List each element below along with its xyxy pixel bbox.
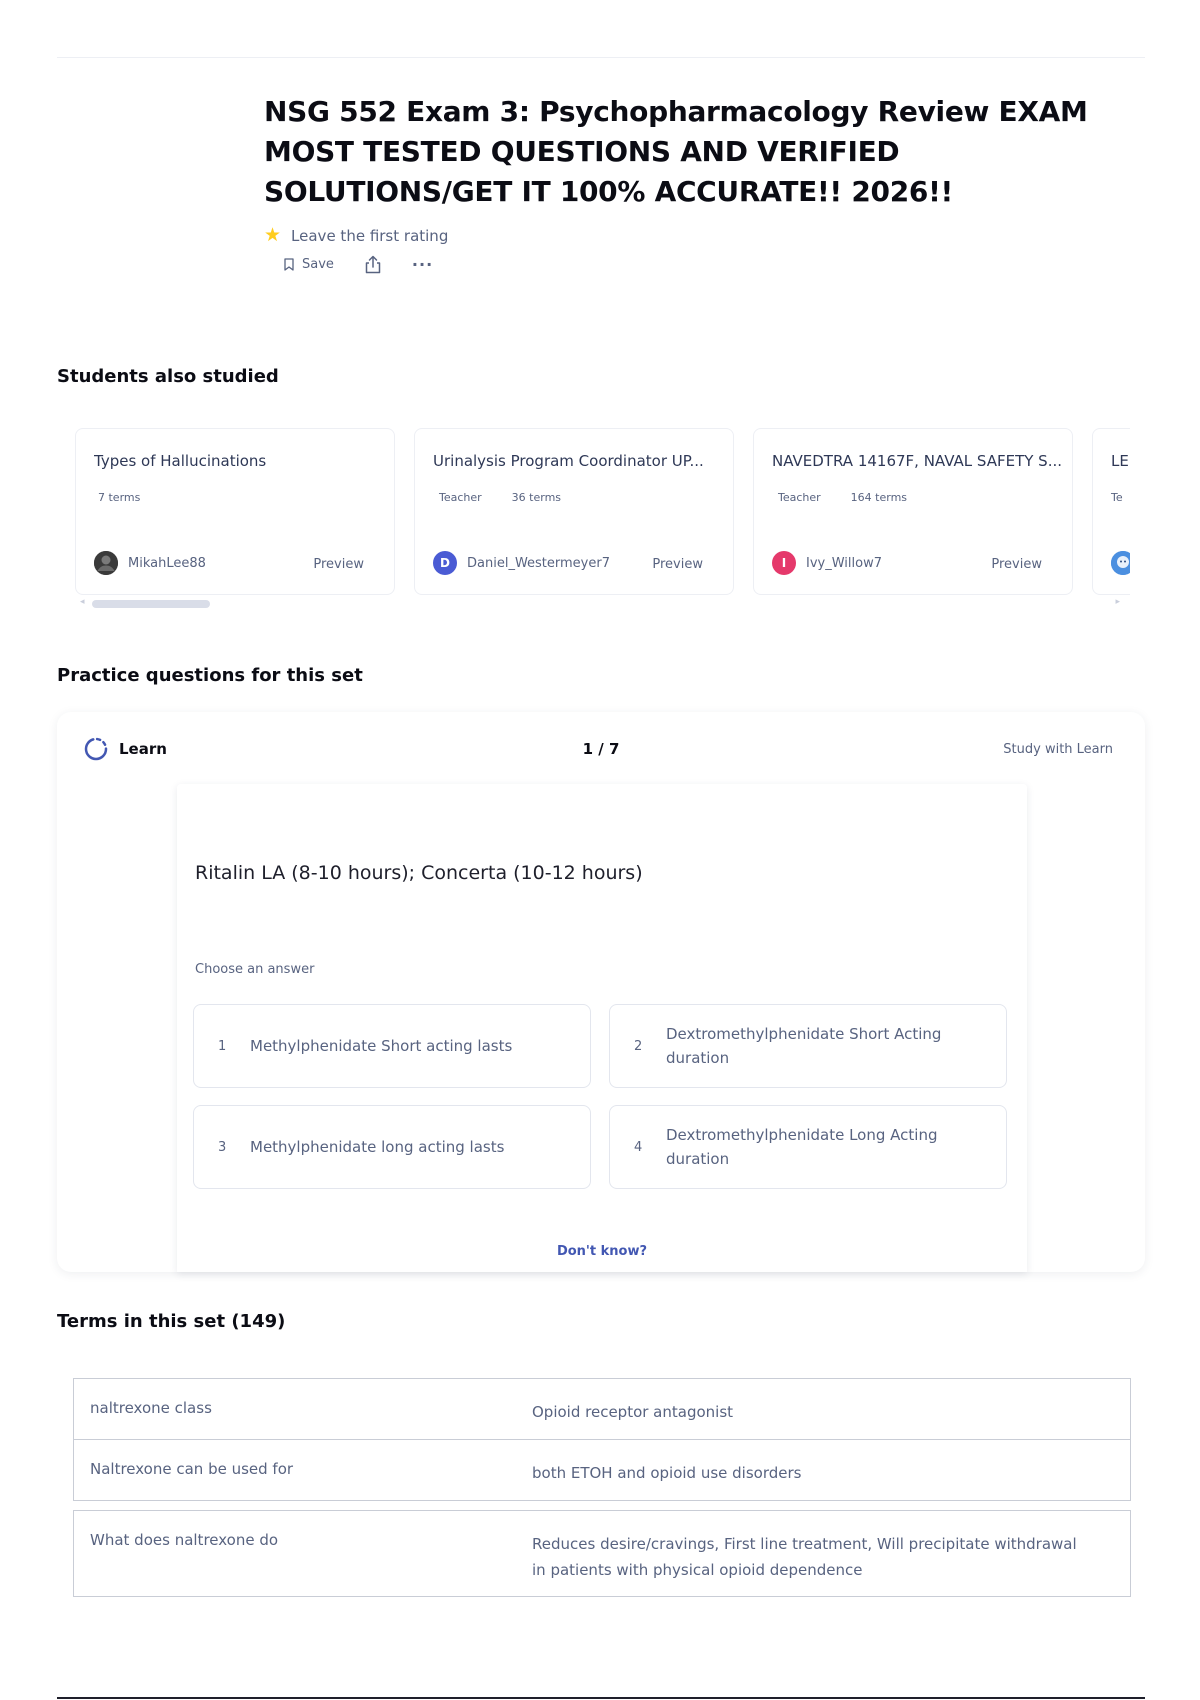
learn-icon (84, 737, 108, 761)
card-meta: Te (1111, 491, 1123, 504)
card-role: Teacher (439, 491, 482, 504)
star-icon[interactable]: ★ (264, 226, 281, 245)
study-set-card[interactable]: NAVEDTRA 14167F, NAVAL SAFETY S... Teach… (753, 428, 1073, 595)
card-role: Te (1111, 491, 1123, 504)
carousel-scrollbar[interactable]: ◂ ▸ (80, 597, 1120, 608)
term-word: Naltrexone can be used for (90, 1460, 294, 1478)
terms-heading: Terms in this set (149) (57, 1311, 286, 1332)
card-meta: Teacher 164 terms (778, 491, 907, 504)
practice-panel: Learn 1 / 7 Study with Learn Ritalin LA … (57, 712, 1145, 1272)
card-title: NAVEDTRA 14167F, NAVAL SAFETY S... (772, 452, 1062, 470)
dont-know-button[interactable]: Don't know? (177, 1244, 1027, 1259)
card-title: Urinalysis Program Coordinator UP... (433, 452, 704, 470)
card-user (1111, 551, 1130, 575)
set-title: NSG 552 Exam 3: Psychopharmacology Revie… (264, 95, 1088, 208)
avatar (94, 551, 118, 575)
term-definition: Reduces desire/cravings, First line trea… (532, 1535, 1077, 1579)
bottom-divider (57, 1697, 1145, 1699)
share-button[interactable] (364, 255, 382, 274)
card-title: Types of Hallucinations (94, 452, 267, 470)
card-meta: Teacher 36 terms (439, 491, 561, 504)
answer-option-4[interactable]: 4 Dextromethylphenidate Long Acting dura… (609, 1105, 1007, 1189)
card-terms: 36 terms (511, 491, 562, 504)
set-header: NSG 552 Exam 3: Psychopharmacology Revie… (264, 92, 1124, 274)
practice-questions-heading: Practice questions for this set (57, 665, 363, 686)
scroll-right-icon[interactable]: ▸ (1115, 597, 1120, 607)
question-progress: 1 / 7 (582, 740, 620, 758)
card-username: Daniel_Westermeyer7 (467, 555, 610, 571)
question-prompt: Ritalin LA (8-10 hours); Concerta (10-12… (195, 862, 643, 884)
option-text: Methylphenidate Short acting lasts (250, 1037, 513, 1055)
scrollbar-thumb[interactable] (92, 600, 210, 608)
learn-mode-label: Learn (83, 736, 167, 762)
answer-option-3[interactable]: 3 Methylphenidate long acting lasts (193, 1105, 591, 1189)
question-card: Ritalin LA (8-10 hours); Concerta (10-12… (177, 784, 1027, 1272)
scroll-left-icon[interactable]: ◂ (80, 597, 85, 607)
study-set-card[interactable]: Types of Hallucinations 7 terms MikahLee… (75, 428, 395, 595)
bookmark-icon (284, 258, 294, 271)
term-row: What does naltrexone do Reduces desire/c… (73, 1510, 1131, 1597)
share-icon (365, 255, 381, 274)
card-user: D Daniel_Westermeyer7 (433, 551, 610, 575)
option-text: Methylphenidate long acting lasts (250, 1138, 505, 1156)
learn-label-text: Learn (119, 740, 167, 758)
card-title: LE (1111, 452, 1129, 470)
avatar: D (433, 551, 457, 575)
option-number: 3 (218, 1139, 227, 1155)
card-user: MikahLee88 (94, 551, 206, 575)
option-text: Dextromethylphenidate Short Acting durat… (666, 1025, 942, 1067)
option-number: 1 (218, 1038, 227, 1054)
top-divider (57, 57, 1145, 58)
study-with-learn-link[interactable]: Study with Learn (1003, 742, 1113, 757)
study-set-card[interactable]: Urinalysis Program Coordinator UP... Tea… (414, 428, 734, 595)
term-row: Naltrexone can be used for both ETOH and… (73, 1439, 1131, 1501)
save-button[interactable]: Save (284, 257, 334, 272)
card-username: Ivy_Willow7 (806, 555, 882, 571)
students-also-studied-heading: Students also studied (57, 366, 279, 387)
option-number: 2 (634, 1038, 643, 1054)
avatar: I (772, 551, 796, 575)
term-definition: Opioid receptor antagonist (532, 1403, 734, 1421)
term-definition: both ETOH and opioid use disorders (532, 1464, 802, 1482)
header-actions: Save ··· (284, 255, 1124, 274)
card-terms: 7 terms (98, 491, 141, 504)
user-avatar-icon (1111, 551, 1130, 575)
term-word: naltrexone class (90, 1399, 212, 1417)
avatar (1111, 551, 1130, 575)
preview-button[interactable]: Preview (652, 557, 703, 572)
card-terms: 164 terms (850, 491, 908, 504)
term-word: What does naltrexone do (90, 1531, 279, 1549)
card-user: I Ivy_Willow7 (772, 551, 882, 575)
option-text: Dextromethylphenidate Long Acting durati… (666, 1126, 938, 1168)
preview-button[interactable]: Preview (313, 557, 364, 572)
term-row: naltrexone class Opioid receptor antagon… (73, 1378, 1131, 1440)
rating-text[interactable]: Leave the first rating (291, 227, 448, 245)
card-username: MikahLee88 (128, 555, 206, 571)
students-also-studied-carousel[interactable]: Types of Hallucinations 7 terms MikahLee… (72, 425, 1130, 600)
rating-row[interactable]: ★ Leave the first rating (264, 226, 1124, 245)
more-options-icon: ··· (411, 255, 434, 274)
answer-option-1[interactable]: 1 Methylphenidate Short acting lasts (193, 1004, 591, 1088)
preview-button[interactable]: Preview (991, 557, 1042, 572)
more-options-button[interactable]: ··· (412, 255, 433, 274)
choose-answer-label: Choose an answer (195, 962, 315, 977)
user-photo-icon (94, 551, 118, 575)
card-meta: 7 terms (98, 491, 141, 504)
save-label: Save (302, 257, 334, 272)
option-number: 4 (634, 1139, 643, 1155)
card-role: Teacher (778, 491, 821, 504)
study-set-card[interactable]: LE Te (1092, 428, 1130, 595)
answer-option-2[interactable]: 2 Dextromethylphenidate Short Acting dur… (609, 1004, 1007, 1088)
